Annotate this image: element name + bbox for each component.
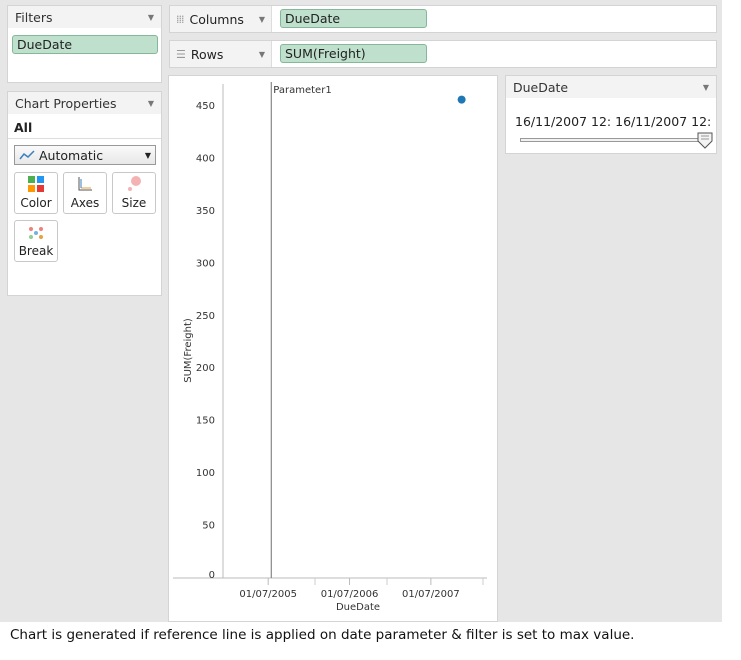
date-range-text: 16/11/2007 12: 16/11/2007 12: <box>515 114 711 129</box>
columns-icon: ⁞⁞⁞ <box>176 12 184 26</box>
x-axis-title: DueDate <box>336 602 380 613</box>
filters-title: Filters <box>15 9 53 25</box>
filters-panel: Filters ▼ DueDate <box>7 5 162 83</box>
size-button-label: Size <box>121 196 147 210</box>
slider-handle-icon[interactable] <box>697 132 713 149</box>
date-slider-track[interactable] <box>520 138 710 142</box>
duedate-filter-header: DueDate ▼ <box>506 76 716 98</box>
y-tick-label: 250 <box>196 311 215 322</box>
scope-tab-all[interactable]: All <box>14 120 32 135</box>
mark-type-value: Automatic <box>39 147 104 163</box>
rows-shelf: ☰ Rows ▼ SUM(Freight) <box>169 40 717 68</box>
size-icon <box>128 176 141 191</box>
rows-label-text: Rows <box>190 46 224 62</box>
y-tick-label: 400 <box>196 153 215 164</box>
y-axis-title: SUM(Freight) <box>183 318 194 383</box>
axes-icon <box>78 177 92 191</box>
x-tick-label: 01/07/2005 <box>239 589 297 600</box>
y-tick-label: 100 <box>196 468 215 479</box>
axes-button[interactable]: Axes <box>63 172 107 214</box>
data-point <box>457 95 466 104</box>
dropdown-caret-icon: ▼ <box>144 150 151 160</box>
chart-area: 0 50 100 150 200 250 300 350 400 450 01/07/2005 01/… <box>168 75 498 622</box>
caption-text: Chart is generated if reference line is … <box>10 627 635 643</box>
duedate-filter-card: DueDate ▼ 16/11/2007 12: 16/11/2007 12: <box>505 75 717 154</box>
reference-line-label: Parameter1 <box>273 85 331 96</box>
chart-properties-panel: Chart Properties ▼ All Automatic ▼ Color <box>7 91 162 296</box>
columns-shelf-label[interactable]: ⁞⁞⁞ Columns ▼ <box>170 6 272 32</box>
y-tick-label: 450 <box>196 101 215 112</box>
y-tick-label: 350 <box>196 206 215 217</box>
chevron-down-icon[interactable]: ▼ <box>148 13 154 22</box>
columns-shelf: ⁞⁞⁞ Columns ▼ DueDate <box>169 5 717 33</box>
size-button[interactable]: Size <box>112 172 156 214</box>
axes-button-label: Axes <box>70 196 100 210</box>
chart-properties-title: Chart Properties <box>15 95 117 111</box>
x-tick-label: 01/07/2007 <box>402 589 460 600</box>
color-button[interactable]: Color <box>14 172 58 214</box>
chevron-down-icon[interactable]: ▼ <box>703 83 709 92</box>
scatter-chart[interactable]: 0 50 100 150 200 250 300 350 400 450 01/07/2005 01/… <box>169 76 497 621</box>
columns-label-text: Columns <box>189 11 244 27</box>
divider <box>8 138 161 139</box>
chart-properties-header: Chart Properties ▼ <box>8 92 161 114</box>
workspace: Filters ▼ DueDate Chart Properties ▼ All… <box>0 0 722 622</box>
y-tick-label: 200 <box>196 363 215 374</box>
y-tick-label: 0 <box>209 570 215 581</box>
filter-pill-duedate[interactable]: DueDate <box>12 35 158 54</box>
duedate-filter-title: DueDate <box>513 79 569 95</box>
columns-pill-duedate[interactable]: DueDate <box>280 9 427 28</box>
rows-pill-sum-freight[interactable]: SUM(Freight) <box>280 44 427 63</box>
break-icon <box>29 227 43 239</box>
filters-header: Filters ▼ <box>8 6 161 28</box>
y-tick-label: 300 <box>196 258 215 269</box>
rows-shelf-label[interactable]: ☰ Rows ▼ <box>170 41 272 67</box>
rows-icon: ☰ <box>176 47 186 61</box>
x-tick-label: 01/07/2006 <box>321 589 379 600</box>
break-button[interactable]: Break <box>14 220 58 262</box>
chevron-down-icon[interactable]: ▼ <box>148 99 154 108</box>
chevron-down-icon[interactable]: ▼ <box>259 15 265 24</box>
break-button-label: Break <box>18 244 54 258</box>
mark-type-select[interactable]: Automatic ▼ <box>14 145 156 165</box>
y-tick-label: 50 <box>202 521 215 532</box>
y-tick-label: 150 <box>196 416 215 427</box>
color-icon <box>28 176 44 192</box>
chevron-down-icon[interactable]: ▼ <box>259 50 265 59</box>
line-chart-icon <box>19 150 35 160</box>
color-button-label: Color <box>20 196 52 210</box>
